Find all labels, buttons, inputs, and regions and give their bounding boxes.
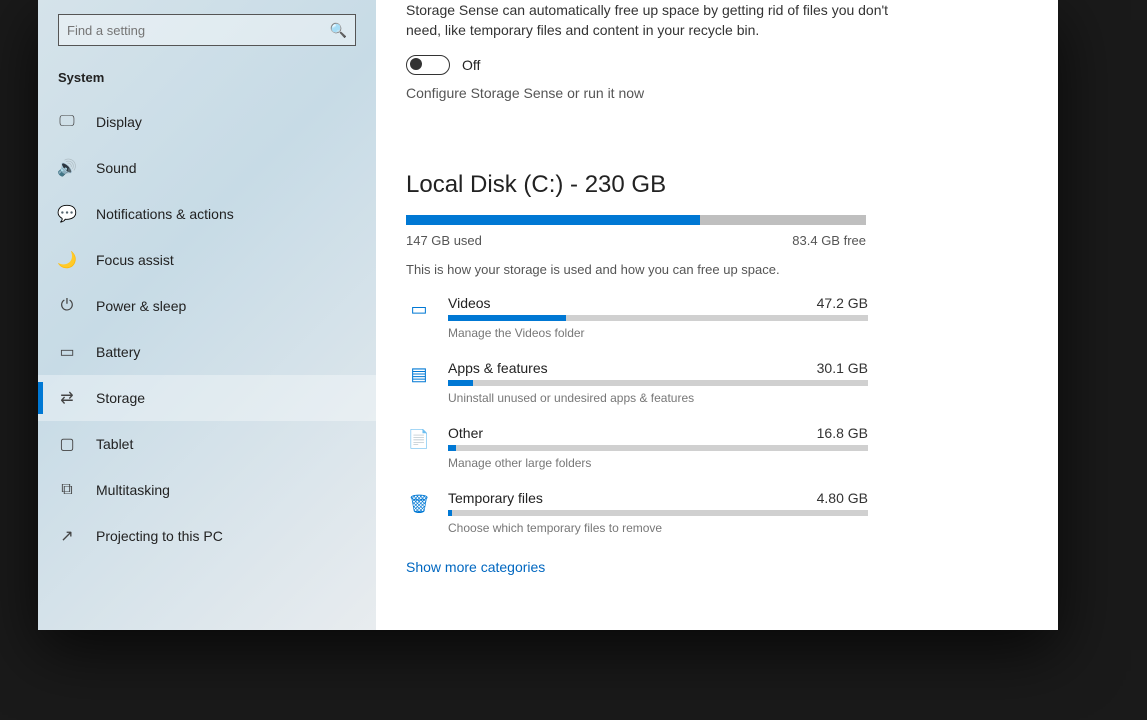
category-bar-fill — [448, 445, 456, 451]
category-name: Other — [448, 425, 483, 441]
disk-stats: 147 GB used 83.4 GB free — [406, 233, 866, 248]
temp-icon: 🗑 — [406, 492, 432, 518]
tablet-icon: ▢ — [56, 433, 78, 455]
settings-window: 🔍 System 🖵 Display 🔊 Sound 💬 Notifications & … — [38, 0, 1058, 630]
sidebar-item-label: Multitasking — [96, 482, 170, 498]
storage-category-apps-features[interactable]: ▤ Apps & features 30.1 GB Uninstall unused … — [406, 360, 1018, 405]
sidebar-item-label: Focus assist — [96, 252, 174, 268]
storage-category-other[interactable]: 📄 Other 16.8 GB Manage other large folders — [406, 425, 1018, 470]
category-bar-fill — [448, 380, 473, 386]
storage-sense-toggle-label: Off — [462, 57, 480, 73]
disk-usage-bar — [406, 215, 866, 225]
section-label: System — [38, 64, 376, 99]
storage-category-temporary-files[interactable]: 🗑 Temporary files 4.80 GB Choose which temp… — [406, 490, 1018, 535]
sidebar-item-projecting-to-this-pc[interactable]: ↗ Projecting to this PC — [38, 513, 376, 559]
focus-icon: 🌙 — [56, 249, 78, 271]
display-icon: 🖵 — [56, 111, 78, 133]
power-icon: ⏻ — [56, 295, 78, 317]
sidebar-item-focus-assist[interactable]: 🌙 Focus assist — [38, 237, 376, 283]
category-bar — [448, 510, 868, 516]
search-icon: 🔍 — [330, 22, 347, 39]
category-body: Other 16.8 GB Manage other large folders — [448, 425, 868, 470]
category-body: Apps & features 30.1 GB Uninstall unused o… — [448, 360, 868, 405]
category-bar-fill — [448, 315, 566, 321]
category-bar — [448, 445, 868, 451]
category-bar-fill — [448, 510, 452, 516]
sidebar-item-label: Display — [96, 114, 142, 130]
disk-used-label: 147 GB used — [406, 233, 482, 248]
battery-icon: ▭ — [56, 341, 78, 363]
category-bar — [448, 315, 868, 321]
category-size: 30.1 GB — [817, 360, 868, 376]
configure-storage-sense-link[interactable]: Configure Storage Sense or run it now — [406, 85, 644, 101]
project-icon: ↗ — [56, 525, 78, 547]
search-box[interactable]: 🔍 — [58, 14, 356, 46]
storage-sense-toggle[interactable] — [406, 55, 450, 75]
sidebar: 🔍 System 🖵 Display 🔊 Sound 💬 Notifications & … — [38, 0, 376, 630]
category-body: Videos 47.2 GB Manage the Videos folder — [448, 295, 868, 340]
sidebar-item-label: Sound — [96, 160, 136, 176]
sidebar-item-label: Power & sleep — [96, 298, 186, 314]
category-size: 4.80 GB — [817, 490, 868, 506]
sidebar-item-sound[interactable]: 🔊 Sound — [38, 145, 376, 191]
category-name: Apps & features — [448, 360, 548, 376]
sidebar-item-label: Storage — [96, 390, 145, 406]
category-name: Temporary files — [448, 490, 543, 506]
apps-icon: ▤ — [406, 362, 432, 388]
storage-category-videos[interactable]: ▭ Videos 47.2 GB Manage the Videos folder — [406, 295, 1018, 340]
category-body: Temporary files 4.80 GB Choose which tempo… — [448, 490, 868, 535]
sidebar-item-label: Battery — [96, 344, 140, 360]
other-icon: 📄 — [406, 427, 432, 453]
sidebar-item-label: Tablet — [96, 436, 133, 452]
show-more-categories-link[interactable]: Show more categories — [406, 559, 545, 575]
sidebar-item-notifications-actions[interactable]: 💬 Notifications & actions — [38, 191, 376, 237]
sound-icon: 🔊 — [56, 157, 78, 179]
category-desc: Manage the Videos folder — [448, 326, 868, 340]
sidebar-item-battery[interactable]: ▭ Battery — [38, 329, 376, 375]
category-desc: Uninstall unused or undesired apps & fea… — [448, 391, 868, 405]
multi-icon: ⧉ — [56, 479, 78, 501]
sidebar-item-multitasking[interactable]: ⧉ Multitasking — [38, 467, 376, 513]
category-name: Videos — [448, 295, 491, 311]
sidebar-item-label: Notifications & actions — [96, 206, 234, 222]
notify-icon: 💬 — [56, 203, 78, 225]
search-input[interactable] — [67, 23, 319, 38]
video-icon: ▭ — [406, 297, 432, 323]
category-size: 16.8 GB — [817, 425, 868, 441]
sidebar-item-tablet[interactable]: ▢ Tablet — [38, 421, 376, 467]
disk-title: Local Disk (C:) - 230 GB — [406, 171, 1018, 199]
disk-free-label: 83.4 GB free — [792, 233, 866, 248]
storage-sense-toggle-row: Off — [406, 55, 1018, 75]
category-bar — [448, 380, 868, 386]
category-size: 47.2 GB — [817, 295, 868, 311]
category-desc: Manage other large folders — [448, 456, 868, 470]
category-desc: Choose which temporary files to remove — [448, 521, 868, 535]
main-panel: Storage Sense can automatically free up … — [376, 0, 1058, 630]
storage-sense-description: Storage Sense can automatically free up … — [406, 0, 926, 41]
sidebar-item-power-sleep[interactable]: ⏻ Power & sleep — [38, 283, 376, 329]
sidebar-item-storage[interactable]: ⇄ Storage — [38, 375, 376, 421]
storage-icon: ⇄ — [56, 387, 78, 409]
sidebar-item-label: Projecting to this PC — [96, 528, 223, 544]
disk-usage-fill — [406, 215, 700, 225]
sidebar-item-display[interactable]: 🖵 Display — [38, 99, 376, 145]
disk-hint: This is how your storage is used and how… — [406, 262, 1018, 277]
